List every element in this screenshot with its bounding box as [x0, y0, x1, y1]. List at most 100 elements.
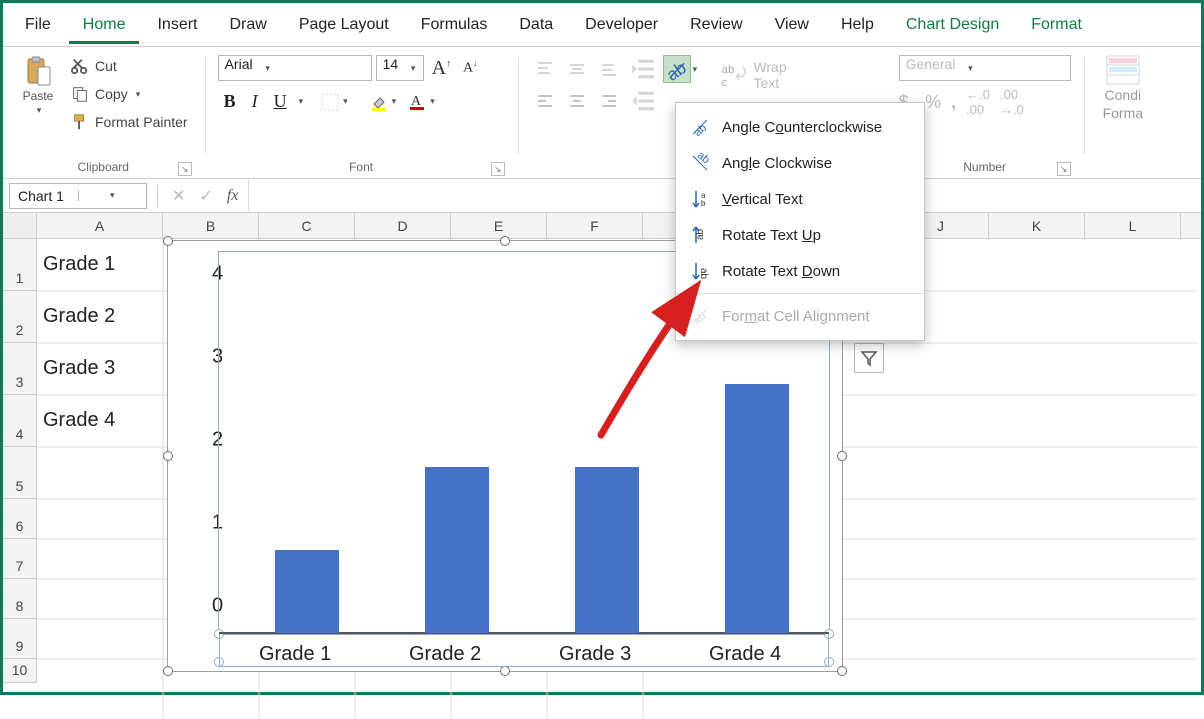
menu-rotate-down[interactable]: ab Rotate Text Down — [676, 253, 924, 289]
row-header-1[interactable]: 1 — [3, 239, 36, 291]
percent-format-button[interactable]: % — [925, 92, 941, 113]
align-top-button[interactable] — [531, 55, 559, 83]
bar-grade4[interactable] — [725, 384, 789, 633]
row-header-5[interactable]: 5 — [3, 447, 36, 499]
bar-grade1[interactable] — [275, 550, 339, 633]
col-header-A[interactable]: A — [37, 213, 163, 238]
decrease-indent-button[interactable] — [629, 55, 657, 83]
menu-angle-ccw[interactable]: ab Angle Counterclockwise — [676, 109, 924, 145]
bar-grade3[interactable] — [575, 467, 639, 633]
decrease-decimal-button[interactable]: .00→.0 — [1000, 87, 1024, 117]
resize-handle[interactable] — [500, 236, 510, 246]
row-header-3[interactable]: 3 — [3, 343, 36, 395]
svg-text:b: b — [701, 199, 706, 208]
row-header-4[interactable]: 4 — [3, 395, 36, 447]
col-header-C[interactable]: C — [259, 213, 355, 238]
decrease-font-size-button[interactable]: A↓ — [459, 59, 481, 77]
borders-button[interactable]: ▾ — [317, 93, 352, 111]
copy-button[interactable]: Copy ▾ — [67, 83, 192, 105]
menu-file[interactable]: File — [11, 6, 65, 44]
underline-button[interactable]: U — [268, 91, 293, 112]
x-axis-selection[interactable] — [219, 634, 829, 667]
row-header-8[interactable]: 8 — [3, 579, 36, 619]
resize-handle[interactable] — [837, 451, 847, 461]
resize-handle[interactable] — [163, 451, 173, 461]
menu-data[interactable]: Data — [505, 6, 567, 44]
menu-chart-design[interactable]: Chart Design — [892, 6, 1013, 44]
col-header-F[interactable]: F — [547, 213, 643, 238]
align-center-button[interactable] — [563, 87, 591, 115]
menu-page-layout[interactable]: Page Layout — [285, 6, 403, 44]
cancel-formula-button[interactable]: ✕ — [172, 186, 185, 206]
row-header-2[interactable]: 2 — [3, 291, 36, 343]
align-middle-button[interactable] — [563, 55, 591, 83]
bar-grade2[interactable] — [425, 467, 489, 633]
bold-button[interactable]: B — [218, 91, 242, 112]
decrease-indent-icon — [629, 55, 657, 83]
select-all-corner[interactable] — [3, 213, 37, 238]
number-format-combo[interactable]: General ▾ — [899, 55, 1071, 81]
row-header-7[interactable]: 7 — [3, 539, 36, 579]
menu-vertical-text[interactable]: ab Vertical Text — [676, 181, 924, 217]
menu-view[interactable]: View — [761, 6, 823, 44]
paste-button[interactable]: Paste ▾ — [15, 51, 61, 120]
col-header-D[interactable]: D — [355, 213, 451, 238]
align-left-button[interactable] — [531, 87, 559, 115]
menu-angle-cw[interactable]: ab Angle Clockwise — [676, 145, 924, 181]
resize-handle[interactable] — [837, 666, 847, 676]
increase-font-size-button[interactable]: A↑ — [428, 57, 455, 80]
dialog-launcher-icon[interactable]: ↘ — [1057, 162, 1071, 176]
align-right-button[interactable] — [595, 87, 623, 115]
menu-help[interactable]: Help — [827, 6, 888, 44]
chevron-down-icon[interactable]: ▾ — [404, 63, 422, 74]
borders-icon — [321, 93, 339, 111]
align-bottom-button[interactable] — [595, 55, 623, 83]
chevron-down-icon[interactable]: ▾ — [259, 63, 277, 74]
menu-insert[interactable]: Insert — [143, 6, 211, 44]
fill-color-button[interactable]: ▾ — [366, 93, 401, 111]
name-box[interactable]: Chart 1 ▾ — [9, 183, 147, 209]
menu-format[interactable]: Format — [1017, 6, 1096, 44]
cut-button[interactable]: Cut — [67, 55, 192, 77]
dialog-launcher-icon[interactable]: ↘ — [491, 162, 505, 176]
italic-button[interactable]: I — [246, 91, 264, 112]
menu-home[interactable]: Home — [69, 6, 140, 44]
font-name-combo[interactable]: Arial ▾ — [218, 55, 372, 81]
wrap-text-button[interactable]: abc Wrap Text — [714, 55, 793, 95]
font-size-combo[interactable]: 14 ▾ — [376, 55, 424, 81]
resize-handle[interactable] — [163, 236, 173, 246]
col-header-K[interactable]: K — [989, 213, 1085, 238]
comma-format-button[interactable]: , — [951, 92, 956, 113]
chevron-down-icon[interactable]: ▾ — [299, 96, 304, 107]
menu-format-cell-alignment[interactable]: ab Format Cell Alignment — [676, 298, 924, 334]
conditional-formatting-button[interactable]: Condi Forma — [1097, 51, 1149, 125]
menu-review[interactable]: Review — [676, 6, 756, 44]
menu-rotate-up[interactable]: ab Rotate Text Up — [676, 217, 924, 253]
chevron-down-icon[interactable]: ▾ — [961, 63, 979, 74]
orientation-button[interactable]: ab — [663, 55, 691, 83]
enter-formula-button[interactable]: ✓ — [199, 186, 212, 206]
row-header-9[interactable]: 9 — [3, 619, 36, 659]
menu-formulas[interactable]: Formulas — [407, 6, 502, 44]
resize-handle[interactable] — [163, 666, 173, 676]
col-header-B[interactable]: B — [163, 213, 259, 238]
chevron-down-icon[interactable]: ▾ — [78, 190, 147, 201]
font-color-button[interactable]: A ▾ — [404, 93, 439, 111]
resize-handle[interactable] — [500, 666, 510, 676]
menu-draw[interactable]: Draw — [215, 6, 280, 44]
chevron-down-icon[interactable]: ▾ — [693, 64, 698, 75]
increase-indent-button[interactable] — [629, 87, 657, 115]
chart-filters-button[interactable] — [854, 343, 884, 373]
col-header-E[interactable]: E — [451, 213, 547, 238]
font-size-value: 14 — [377, 56, 405, 80]
row-header-10[interactable]: 10 — [3, 659, 36, 683]
col-header-L[interactable]: L — [1085, 213, 1181, 238]
format-painter-button[interactable]: Format Painter — [67, 111, 192, 133]
increase-decimal-button[interactable]: ←.0.00 — [966, 87, 990, 117]
insert-function-button[interactable]: fx — [227, 187, 239, 205]
format-alignment-icon: ab — [690, 306, 710, 326]
dialog-launcher-icon[interactable]: ↘ — [178, 162, 192, 176]
menu-developer[interactable]: Developer — [571, 6, 672, 44]
formula-bar: Chart 1 ▾ ✕ ✓ fx — [3, 179, 1201, 213]
row-header-6[interactable]: 6 — [3, 499, 36, 539]
